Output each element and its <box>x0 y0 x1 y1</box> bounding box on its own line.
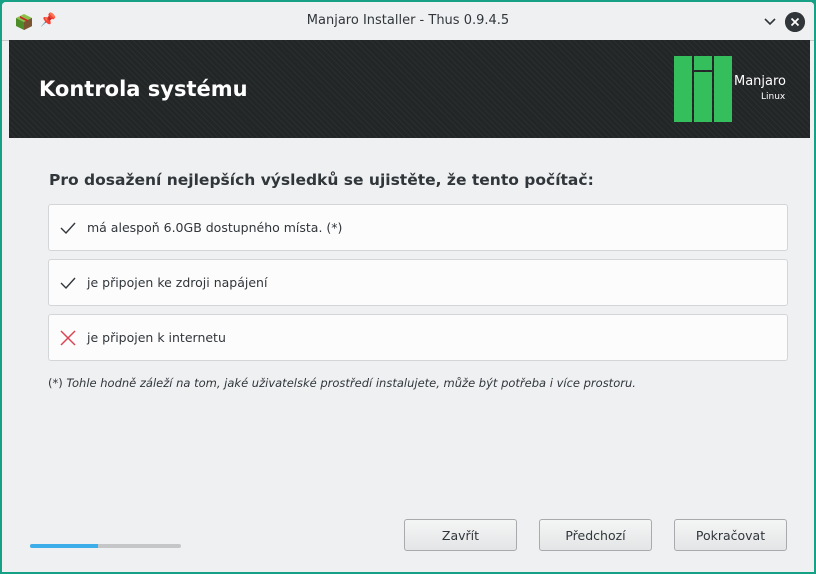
install-progress-bar <box>30 544 181 548</box>
requirement-label: je připojen k internetu <box>87 330 226 345</box>
title-bar[interactable]: 📌 Manjaro Installer - Thus 0.9.4.5 <box>2 2 814 41</box>
close-button[interactable]: Zavřít <box>404 519 517 551</box>
previous-button[interactable]: Předchozí <box>539 519 652 551</box>
check-icon <box>60 277 76 290</box>
requirement-item-disk-space: má alespoň 6.0GB dostupného místa. (*) <box>48 204 788 251</box>
page-header: Kontrola systému Manjaro Linux <box>9 40 810 138</box>
footnote-marker: (*) <box>48 376 63 390</box>
footnote: (*) Tohle hodně záleží na tom, jaké uživ… <box>48 376 636 390</box>
requirement-label: je připojen ke zdroji napájení <box>87 275 268 290</box>
requirement-item-internet: je připojen k internetu <box>48 314 788 361</box>
window-title: Manjaro Installer - Thus 0.9.4.5 <box>306 13 510 28</box>
requirement-label: má alespoň 6.0GB dostupného místa. (*) <box>87 220 343 235</box>
page-title: Kontrola systému <box>39 77 248 101</box>
cross-icon <box>60 330 76 346</box>
requirements-heading: Pro dosažení nejlepších výsledků se ujis… <box>49 171 594 189</box>
manjaro-logo-icon <box>674 56 732 122</box>
main-content: Pro dosažení nejlepších výsledků se ujis… <box>2 138 814 572</box>
logo-text: Manjaro <box>734 74 787 89</box>
minimize-chevron-icon[interactable] <box>762 14 778 30</box>
check-icon <box>60 222 76 235</box>
installer-window: 📌 Manjaro Installer - Thus 0.9.4.5 Kontr… <box>2 2 814 572</box>
close-icon[interactable] <box>785 12 805 32</box>
next-button[interactable]: Pokračovat <box>674 519 787 551</box>
logo-subtext: Linux <box>761 92 786 102</box>
progress-fill <box>30 544 98 548</box>
footnote-text: Tohle hodně záleží na tom, jaké uživatel… <box>66 376 636 390</box>
requirement-item-power: je připojen ke zdroji napájení <box>48 259 788 306</box>
